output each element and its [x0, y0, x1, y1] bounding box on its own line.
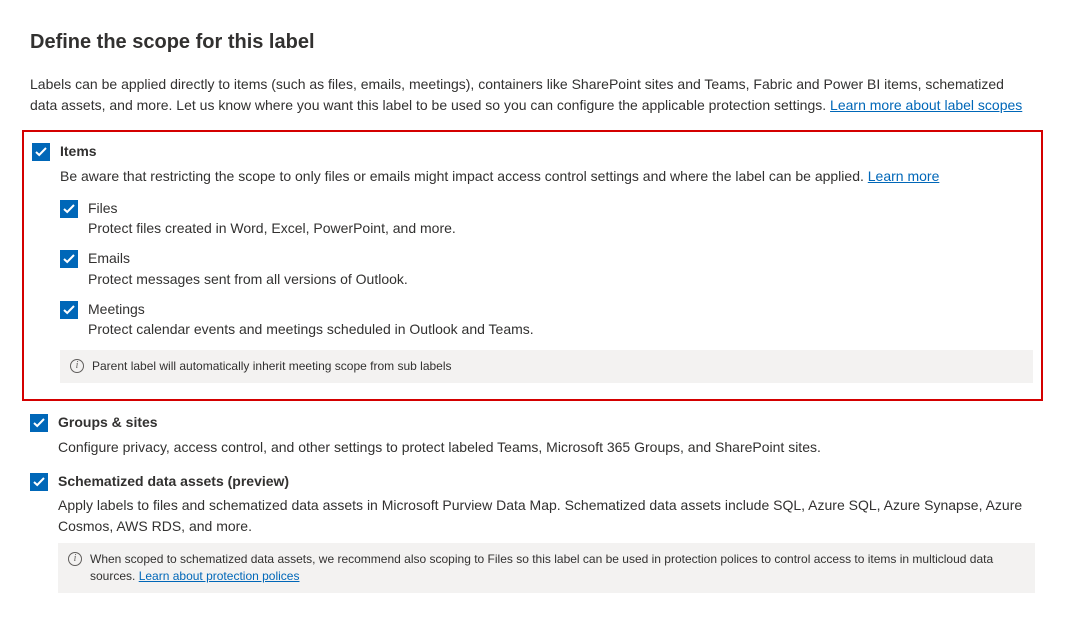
page-description: Labels can be applied directly to items …	[30, 74, 1035, 116]
items-note-text: Parent label will automatically inherit …	[92, 358, 452, 375]
checkmark-icon	[63, 304, 75, 316]
items-note-bar: i Parent label will automatically inheri…	[60, 350, 1033, 383]
items-label: Items	[60, 142, 1033, 162]
meetings-label: Meetings	[88, 300, 1033, 320]
groups-checkbox[interactable]	[30, 414, 48, 432]
meetings-checkbox[interactable]	[60, 301, 78, 319]
checkmark-icon	[35, 146, 47, 158]
schematized-label: Schematized data assets (preview)	[58, 472, 1035, 492]
items-checkbox[interactable]	[32, 143, 50, 161]
checkmark-icon	[63, 253, 75, 265]
page-title: Define the scope for this label	[30, 28, 1035, 56]
emails-label: Emails	[88, 249, 1033, 269]
checkmark-icon	[63, 203, 75, 215]
schematized-note-text: When scoped to schematized data assets, …	[90, 551, 1025, 585]
files-description: Protect files created in Word, Excel, Po…	[88, 218, 1033, 239]
files-checkbox[interactable]	[60, 200, 78, 218]
items-highlight-box: Items Be aware that restricting the scop…	[22, 130, 1043, 401]
emails-checkbox[interactable]	[60, 250, 78, 268]
schematized-checkbox[interactable]	[30, 473, 48, 491]
info-icon: i	[70, 359, 84, 373]
checkmark-icon	[33, 417, 45, 429]
schematized-note-bar: i When scoped to schematized data assets…	[58, 543, 1035, 593]
schematized-note-link[interactable]: Learn about protection polices	[139, 569, 300, 583]
learn-more-scopes-link[interactable]: Learn more about label scopes	[830, 97, 1022, 113]
checkmark-icon	[33, 476, 45, 488]
meetings-description: Protect calendar events and meetings sch…	[88, 319, 1033, 340]
schematized-description: Apply labels to files and schematized da…	[58, 495, 1035, 537]
info-icon: i	[68, 552, 82, 566]
groups-label: Groups & sites	[58, 413, 1035, 433]
items-learn-more-link[interactable]: Learn more	[868, 168, 940, 184]
emails-description: Protect messages sent from all versions …	[88, 269, 1033, 290]
files-label: Files	[88, 199, 1033, 219]
items-description: Be aware that restricting the scope to o…	[60, 166, 1033, 187]
groups-description: Configure privacy, access control, and o…	[58, 437, 1035, 458]
